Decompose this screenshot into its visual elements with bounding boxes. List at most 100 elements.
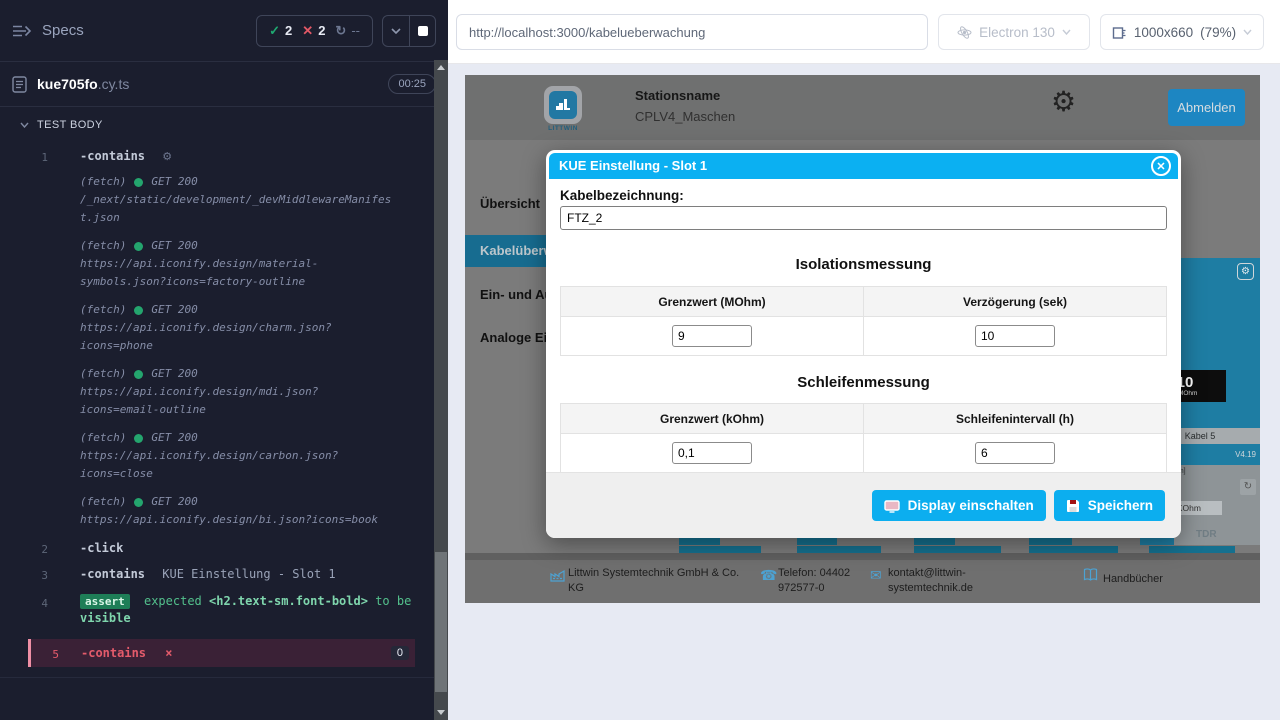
status-dot — [134, 242, 143, 251]
loop-limit-input[interactable] — [672, 442, 752, 464]
browser-pane: Electron 130 1000x660 (79%) — [448, 0, 1280, 720]
display-icon — [884, 499, 900, 513]
retry-count-badge: 0 — [391, 646, 409, 660]
test-stats: ✓ 2 ✕ 2 ↻ -- — [256, 15, 373, 47]
email-icon: ✉ — [870, 568, 882, 584]
display-on-button[interactable]: Display einschalten — [872, 490, 1046, 521]
refresh-icon: ↻ — [335, 23, 346, 39]
fetch-log-entry: (fetch)GET 200 https://api.iconify.desig… — [0, 297, 448, 361]
logout-button[interactable]: Abmelden — [1168, 89, 1245, 126]
app-footer: Littwin Systemtechnik GmbH & Co. KG ☎ Te… — [465, 560, 1260, 603]
fetch-log-entry: (fetch)GET 200 https://api.iconify.desig… — [0, 361, 448, 425]
footer-company: Littwin Systemtechnik GmbH & Co. KG — [568, 566, 740, 596]
factory-icon — [550, 568, 565, 582]
floppy-icon — [1066, 499, 1080, 513]
littwin-logo-icon — [554, 96, 572, 114]
loop-col2-header: Schleifenintervall (h) — [863, 404, 1166, 433]
loop-col1-header: Grenzwert (kOhm) — [561, 404, 863, 433]
cable-name-label: Kabelbezeichnung: — [560, 188, 1167, 203]
modal-footer: Display einschalten Speichern — [546, 472, 1181, 538]
card-button-fragment — [914, 538, 955, 545]
runner-controls — [382, 15, 436, 47]
fetch-log-entry: (fetch)GET 200 https://api.iconify.desig… — [0, 425, 448, 489]
spec-ext: .cy.ts — [98, 76, 130, 92]
status-dot — [134, 498, 143, 507]
chevron-down-icon — [1243, 29, 1252, 35]
test-body-section[interactable]: TEST BODY — [0, 107, 448, 143]
cable-name-input[interactable] — [560, 206, 1167, 230]
command-row-click[interactable]: 2 -click — [0, 535, 448, 561]
scroll-down-arrow[interactable] — [437, 710, 445, 715]
browser-topbar: Electron 130 1000x660 (79%) — [448, 0, 1280, 64]
card-tab-fragment — [679, 546, 761, 553]
station-name: CPLV4_Maschen — [635, 109, 735, 124]
fetch-log-entry: (fetch)GET 200 https://api.iconify.desig… — [0, 489, 448, 535]
browser-selector[interactable]: Electron 130 — [938, 14, 1090, 50]
specs-title: Specs — [42, 22, 84, 39]
status-dot — [134, 178, 143, 187]
command-row-contains[interactable]: 1 -contains ⚙ — [0, 143, 448, 169]
footer-email: kontakt@littwin-systemtechnik.de — [888, 566, 1013, 596]
cypress-sidebar: Specs ✓ 2 ✕ 2 ↻ -- kue705fo.cy.t — [0, 0, 448, 720]
stat-failed: ✕ 2 — [302, 23, 325, 39]
loop-heading: Schleifenmessung — [560, 374, 1167, 391]
sidebar-scrollbar[interactable] — [434, 60, 448, 720]
modal-title: KUE Einstellung - Slot 1 — [549, 153, 1178, 179]
loop-interval-input[interactable] — [975, 442, 1055, 464]
assert-badge: assert — [80, 594, 130, 609]
x-icon: ✕ — [302, 23, 313, 39]
viewport-size-selector[interactable]: 1000x660 (79%) — [1100, 14, 1264, 50]
isolation-table: Grenzwert (MOhm) Verzögerung (sek) — [560, 286, 1167, 356]
spec-file-row[interactable]: kue705fo.cy.ts 00:25 — [0, 62, 448, 107]
card-tab-fragment — [914, 546, 1001, 553]
collapse-button[interactable] — [383, 16, 409, 46]
card-button-fragment — [797, 538, 837, 545]
card-button-fragment — [679, 538, 720, 545]
fetch-log-entry: (fetch)GET 200 /_next/static/development… — [0, 169, 448, 233]
modal-header: KUE Einstellung - Slot 1 ✕ — [549, 153, 1178, 179]
kue-firmware-version: V4.19 — [1235, 450, 1256, 459]
scrollbar-thumb[interactable] — [435, 552, 447, 692]
stop-icon — [418, 26, 428, 36]
electron-icon — [957, 25, 972, 40]
command-row-failed[interactable]: 5 -contains × 0 — [28, 639, 415, 667]
fail-x-icon: × — [165, 646, 172, 660]
refresh-icon[interactable]: ↻ — [1240, 479, 1256, 495]
kue-card-settings-button[interactable]: ⚙ — [1237, 263, 1254, 280]
card-tab-fragment — [1149, 546, 1235, 553]
command-log: 1 -contains ⚙ (fetch)GET 200 /_next/stat… — [0, 143, 448, 678]
command-row-contains-2[interactable]: 3 -contains KUE Einstellung - Slot 1 — [0, 561, 448, 587]
stat-passed: ✓ 2 — [269, 23, 292, 39]
divider — [465, 553, 1260, 560]
ruler-icon — [1112, 25, 1127, 40]
kue-tab-tdr[interactable]: TDR — [1196, 529, 1217, 540]
phone-icon: ☎ — [760, 568, 777, 584]
divider — [0, 677, 448, 678]
save-button[interactable]: Speichern — [1054, 490, 1165, 521]
stop-button[interactable] — [409, 16, 435, 46]
scroll-up-arrow[interactable] — [437, 65, 445, 70]
specs-list-icon[interactable] — [12, 24, 32, 38]
check-icon: ✓ — [269, 23, 280, 39]
kue-settings-modal: KUE Einstellung - Slot 1 ✕ Kabelbezeichn… — [546, 150, 1181, 538]
gear-icon: ⚙ — [162, 150, 172, 163]
spec-name: kue705fo — [37, 76, 98, 92]
card-tab-fragment — [797, 546, 881, 553]
cypress-header: Specs ✓ 2 ✕ 2 ↻ -- — [0, 0, 448, 62]
littwin-logo: LITTWIN — [541, 86, 585, 132]
isolation-limit-input[interactable] — [672, 325, 752, 347]
nav-uebersicht[interactable]: Übersicht — [480, 196, 540, 211]
isolation-delay-input[interactable] — [975, 325, 1055, 347]
modal-body: Kabelbezeichnung: Isolationsmessung Gren… — [546, 188, 1181, 473]
url-input[interactable] — [456, 14, 928, 50]
chevron-down-icon — [20, 122, 29, 128]
settings-gear-icon[interactable]: ⚙ — [1051, 85, 1076, 118]
gear-icon: ⚙ — [1241, 266, 1250, 277]
status-dot — [134, 434, 143, 443]
command-row-assert[interactable]: 4 assert expected <h2.text-sm.font-bold>… — [0, 587, 448, 633]
book-icon — [1083, 568, 1098, 581]
close-icon[interactable]: ✕ — [1151, 156, 1171, 176]
app-header: LITTWIN Stationsname CPLV4_Maschen ⚙ Abm… — [465, 75, 1260, 140]
footer-manuals-link[interactable]: Handbücher — [1103, 572, 1163, 587]
isolation-heading: Isolationsmessung — [560, 256, 1167, 273]
